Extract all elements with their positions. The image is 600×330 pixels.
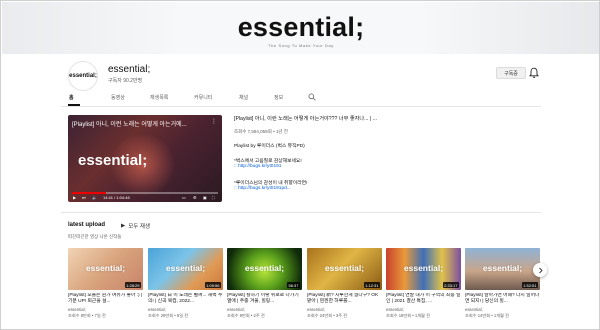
featured-desc-link[interactable]: :: http://bugs.kr/yt0191 [234,164,281,169]
tab-playlists[interactable]: 재생목록 [150,94,168,101]
play-all-label: 모두 재생 [128,224,151,230]
video-card[interactable]: essential; 56:37 [Playlist] 칼하기 이렇 위로로 나… [227,248,302,319]
shelf-next-button[interactable] [533,263,547,277]
subtitles-icon[interactable]: ▭ [182,195,186,200]
tab-community[interactable]: 커뮤니티 [194,94,212,101]
video-thumbnail[interactable]: essential; 2:33:17 [386,248,461,290]
video-meta: 조회수 8만회 • 7일 전 [68,313,106,318]
video-thumbnail[interactable]: essential; 1:28:29 [68,248,143,290]
thumbnail-logo: essential; [244,263,285,273]
featured-desc-link[interactable]: :: http://bugs.kr/yt0191pd... [234,186,291,191]
video-title[interactable]: [Playlist] 오늘은 뭔가 여유가 좋아 :) | 기분 UP! 퇴근을… [68,293,143,305]
video-card[interactable]: essential; 1:28:29 [Playlist] 오늘은 뭔가 여유가… [68,248,143,319]
volume-icon[interactable]: 🔈 [92,195,97,200]
notification-bell-icon[interactable] [529,67,539,79]
subscriber-count: 구독자 90.2만명 [108,78,143,84]
tab-channels[interactable]: 채널 [239,94,248,101]
featured-desc-line: *루이더스님의 감성이 내 취향이라면! [234,181,308,186]
play-icon[interactable]: ▶ [73,195,76,200]
video-card[interactable]: essential; 1:12:31 [Playlist] 新? 지루한게 싫다… [307,248,382,319]
player-logo-text: essential; [78,152,148,169]
video-channel[interactable]: essential; [307,307,382,312]
video-meta: 조회수 24만회 • 3주 전 [307,313,348,318]
video-title[interactable]: [Playlist] 날아가면 어때? 다시 일어나면 되지! | 당신의 힐.… [465,293,540,305]
video-meta: 조회수 9만회 • 2주 전 [227,313,265,318]
thumbnail-logo: essential; [85,263,126,273]
search-icon[interactable] [308,93,316,101]
tab-videos[interactable]: 동영상 [111,94,125,101]
play-all-button[interactable]: ▶ 모두 재생 [121,222,150,230]
banner-subtitle: The Song To Make Your Day [268,43,334,48]
player-controls: ▶ ⏭ 🔈 14:41 / 1:04:46 ▭ ⚙ ▣ ⛶ [72,194,218,201]
video-thumbnail[interactable]: essential; 1:52:51 [465,248,540,290]
next-icon[interactable]: ⏭ [82,195,86,200]
chevron-right-icon [538,267,543,273]
more-options-icon[interactable]: ⋮ [211,118,217,125]
duration-badge: 1:12:31 [363,282,380,288]
thumbnail-logo: essential; [403,263,444,273]
featured-meta: 조회수 7,594,059회 • 1년 전 [234,129,288,134]
video-channel[interactable]: essential; [386,307,461,312]
channel-banner: essential; The Song To Make Your Day [2,2,599,54]
play-icon: ▶ [121,223,126,229]
channel-name: essential; [108,64,151,75]
duration-badge: 2:33:17 [442,282,459,288]
thumbnail-logo: essential; [165,263,206,273]
featured-desc-line: Playlist by 루이더스 (벅스 뮤직PD) [234,144,305,149]
shelf-title[interactable]: latest upload [68,222,105,228]
thumbnail-logo: essential; [482,263,523,273]
video-meta: 조회수 29만회 • 9일 전 [148,313,189,318]
video-channel[interactable]: essential; [227,307,302,312]
duration-badge: 1:28:29 [124,282,141,288]
video-channel[interactable]: essential; [68,307,143,312]
video-channel[interactable]: essential; [465,307,540,312]
video-meta: 조회수 14만회 • 1개월 전 [465,313,509,318]
video-card[interactable]: essential; 1:52:51 [Playlist] 날아가면 어때? 다… [465,248,540,319]
tab-about[interactable]: 정보 [274,94,283,101]
avatar-text: essential; [69,73,97,79]
video-thumbnail[interactable]: essential; 1:12:31 [307,248,382,290]
video-channel[interactable]: essential; [148,307,223,312]
duration-badge: 56:37 [286,282,300,288]
video-title[interactable]: [Playlist] 日 이 노래는 벌써... 새벽 주의! | 신곡 북컵,… [148,293,223,305]
featured-video-player[interactable]: [Playlist] 아니, 이런 노래는 어떻게 아는거에... ⋮ esse… [68,115,222,202]
tabs-divider [61,106,541,107]
video-title[interactable]: [Playlist] 연말 내가 이 구역의 최종 일인 | 2021 결산 특… [386,293,461,305]
duration-badge: 1:09:56 [204,282,221,288]
shelf-description: 따끈따끈한 영상 나온 신작들 [68,234,122,239]
player-video-title[interactable]: [Playlist] 아니, 이런 노래는 어떻게 아는거에... [72,119,204,128]
banner-title: essential; [237,12,365,42]
tab-home[interactable]: 홈 [69,94,74,101]
duration-badge: 1:52:51 [521,282,538,288]
featured-title[interactable]: [Playlist] 아니, 이런 노래는 어떻게 아는거야??? 너무 좋자나… [234,115,539,122]
section-divider [61,212,541,213]
fullscreen-icon[interactable]: ⛶ [212,195,215,200]
video-card[interactable]: essential; 1:09:56 [Playlist] 日 이 노래는 벌써… [148,248,223,319]
video-card[interactable]: essential; 2:33:17 [Playlist] 연말 내가 이 구역… [386,248,461,319]
video-thumbnail[interactable]: essential; 1:09:56 [148,248,223,290]
video-title[interactable]: [Playlist] 新? 지루한게 싫다구? OK 맡아 | 찐찐한 하루를.… [307,293,382,305]
video-thumbnail[interactable]: essential; 56:37 [227,248,302,290]
channel-avatar[interactable]: essential; [68,61,98,91]
video-title[interactable]: [Playlist] 칼하기 이렇 위로로 나가기 열애 | 주중 겨울, 힐링… [227,293,302,305]
miniplayer-icon[interactable]: ▣ [203,195,207,200]
featured-desc-line: *벅스에서 고음질로 감상해보세요! [234,159,302,164]
youtube-channel-page: essential; The Song To Make Your Day ess… [0,0,600,330]
settings-icon[interactable]: ⚙ [193,195,197,200]
thumbnail-logo: essential; [324,263,365,273]
time-display: 14:41 / 1:04:46 [103,195,130,200]
video-meta: 조회수 18만회 • 1개월 전 [386,313,430,318]
subscribed-button[interactable]: 구독중 [496,67,526,79]
